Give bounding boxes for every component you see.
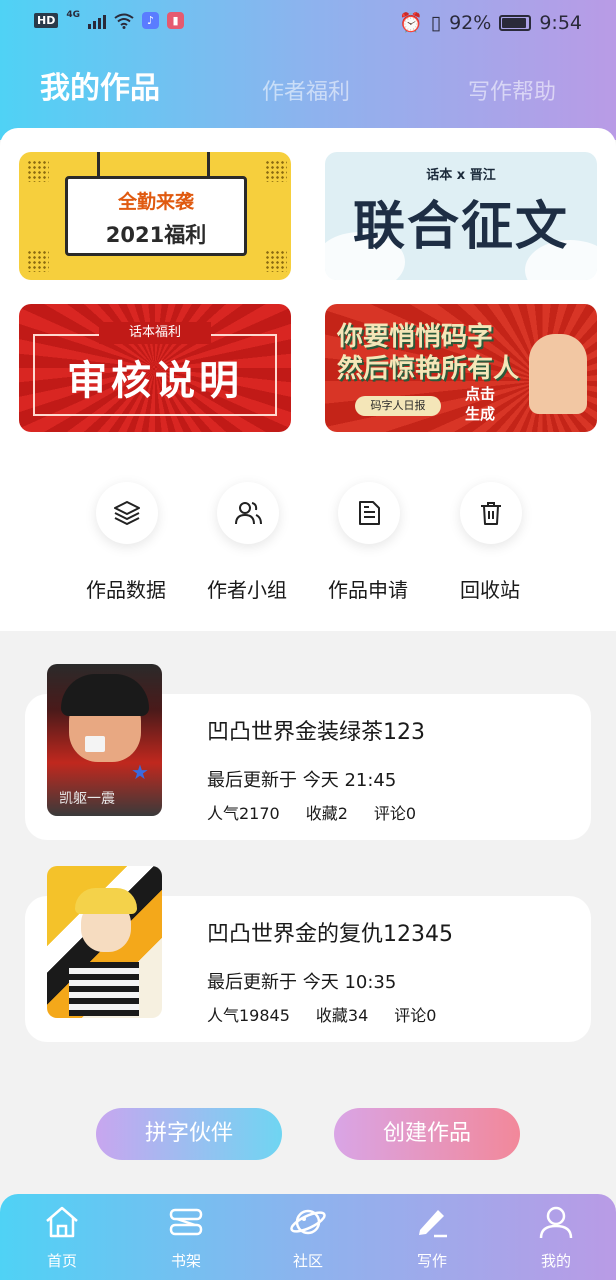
action-work-data[interactable]: 作品数据 xyxy=(66,482,186,612)
banner-cta: 点击 生成 xyxy=(465,385,496,423)
banner-title: 联合征文 xyxy=(352,196,569,257)
banner-daily-report[interactable]: 你要悄悄码字 然后惊艳所有人 码字人日报 点击 生成 xyxy=(325,304,597,432)
work-updated: 最后更新于 今天 21:45 xyxy=(207,770,397,791)
nav-label: 书架 xyxy=(170,1252,201,1270)
tab-my-works[interactable]: 我的作品 xyxy=(40,64,160,114)
banner-title: 审核说明 xyxy=(67,358,243,404)
pen-icon xyxy=(419,1210,447,1238)
banner-subtitle: 话本 x 晋江 xyxy=(426,168,496,183)
network-type: 4G xyxy=(66,9,80,20)
work-updated: 最后更新于 今天 10:35 xyxy=(207,972,397,993)
banner-line2: 然后惊艳所有人 xyxy=(337,354,520,384)
cover-cup xyxy=(85,736,105,752)
work-card[interactable]: 凹凸世界金的复仇12345 最后更新于 今天 10:35 人气19845 收藏3… xyxy=(25,866,591,1042)
action-recycle-bin[interactable]: 回收站 xyxy=(430,482,550,612)
action-label: 回收站 xyxy=(460,578,520,602)
nav-label: 首页 xyxy=(46,1252,77,1270)
banner-card: 全勤来袭 2021福利 xyxy=(65,176,247,256)
work-title: 凹凸世界金装绿茶123 xyxy=(207,720,425,745)
nav-me[interactable]: 我的 xyxy=(516,1202,596,1274)
work-cover[interactable] xyxy=(47,866,162,1018)
layers-icon xyxy=(96,482,158,544)
action-label: 作品数据 xyxy=(86,578,166,602)
nav-home[interactable]: 首页 xyxy=(22,1202,102,1274)
clock: 9:54 xyxy=(539,11,582,34)
popularity: 人气19845 xyxy=(207,1006,290,1025)
alarm-icon: ⏰ xyxy=(398,12,423,34)
partner-button[interactable]: 拼字伙伴 xyxy=(96,1108,282,1160)
popularity: 人气2170 xyxy=(207,804,280,823)
tab-author-benefits[interactable]: 作者福利 xyxy=(262,68,350,118)
banner-attendance[interactable]: 全勤来袭 2021福利 xyxy=(19,152,291,280)
user-icon xyxy=(539,1206,573,1239)
dots-decoration xyxy=(265,160,287,182)
comments: 评论0 xyxy=(373,804,417,823)
nav-label: 我的 xyxy=(540,1252,571,1270)
action-label: 作者小组 xyxy=(207,578,287,602)
work-card[interactable]: ★ 凯躯一震 凹凸世界金装绿茶123 最后更新于 今天 21:45 人气2170… xyxy=(25,664,591,840)
action-work-application[interactable]: 作品申请 xyxy=(308,482,428,612)
work-stats: 人气2170 收藏2 评论0 xyxy=(207,800,442,824)
work-title: 凹凸世界金的复仇12345 xyxy=(207,922,453,947)
users-icon xyxy=(217,482,279,544)
status-bar: HD 4G ♪ ▮ ⏰ ▯ 92% 9:54 xyxy=(0,0,616,46)
comments: 评论0 xyxy=(394,1006,437,1025)
cover-text: 凯躯一震 xyxy=(59,791,115,807)
home-icon xyxy=(46,1206,78,1238)
nav-label: 社区 xyxy=(292,1252,323,1270)
hd-badge: HD xyxy=(34,13,59,28)
vibrate-icon: ▯ xyxy=(430,11,442,34)
nav-write[interactable]: 写作 xyxy=(392,1202,472,1274)
planet-icon xyxy=(290,1209,326,1235)
action-label: 作品申请 xyxy=(328,578,408,602)
music-app-icon: ♪ xyxy=(142,12,159,29)
cover-stripes xyxy=(69,962,139,1016)
banner-tag: 话本福利 xyxy=(99,322,211,344)
trash-icon xyxy=(460,482,522,544)
dots-decoration xyxy=(265,250,287,272)
header-tabs: 我的作品 作者福利 写作帮助 xyxy=(0,64,616,114)
nav-community[interactable]: 社区 xyxy=(268,1202,348,1274)
book-app-icon: ▮ xyxy=(167,12,184,29)
header: HD 4G ♪ ▮ ⏰ ▯ 92% 9:54 我的作品 作者福利 写作帮助 xyxy=(0,0,616,140)
favorites: 收藏2 xyxy=(305,804,348,823)
create-work-button[interactable]: 创建作品 xyxy=(334,1108,520,1160)
star-icon: ★ xyxy=(131,760,149,784)
work-stats: 人气19845 收藏34 评论0 xyxy=(207,1002,462,1026)
favorites: 收藏34 xyxy=(315,1006,369,1025)
banner-line1: 全勤来袭 xyxy=(117,191,194,213)
cover-hair xyxy=(61,674,149,716)
work-cover[interactable]: ★ 凯躯一震 xyxy=(47,664,162,816)
document-icon xyxy=(338,482,400,544)
battery-icon xyxy=(499,14,532,31)
bottom-nav: 首页 书架 社区 写作 我的 xyxy=(0,1194,616,1280)
bookshelf-icon xyxy=(169,1208,203,1236)
wifi-icon xyxy=(114,13,134,29)
dots-decoration xyxy=(27,160,49,182)
banner-line2: 2021福利 xyxy=(105,223,207,247)
battery-percent: 92% xyxy=(449,11,492,34)
dots-decoration xyxy=(27,250,49,272)
nav-label: 写作 xyxy=(416,1252,447,1270)
action-author-group[interactable]: 作者小组 xyxy=(187,482,307,612)
nav-bookshelf[interactable]: 书架 xyxy=(146,1202,226,1274)
cover-hair xyxy=(75,888,137,914)
tab-writing-help[interactable]: 写作帮助 xyxy=(468,68,556,118)
fist-illustration xyxy=(529,334,587,414)
banner-pill: 码字人日报 xyxy=(355,396,441,416)
banner-review-notes[interactable]: 话本福利 审核说明 xyxy=(19,304,291,432)
signal-icon xyxy=(88,13,106,29)
banner-joint-contest[interactable]: 话本 x 晋江 联合征文 xyxy=(325,152,597,280)
